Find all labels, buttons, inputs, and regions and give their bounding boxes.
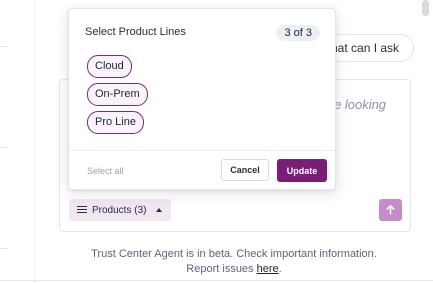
report-issues-suffix: . [278, 263, 282, 275]
sidebar-divider [0, 248, 8, 249]
left-sidebar-edge [0, 0, 35, 283]
arrow-up-icon [385, 203, 396, 218]
product-option-cloud[interactable]: Cloud [87, 55, 132, 78]
products-filter-label: Products (3) [92, 204, 147, 216]
report-issues-link[interactable]: here [257, 263, 279, 275]
product-lines-popover: Select Product Lines 3 of 3 Cloud On-Pre… [68, 8, 336, 190]
scrollbar-thumb[interactable] [422, 0, 429, 16]
update-button[interactable]: Update [277, 159, 327, 182]
select-all-button[interactable]: Select all [87, 166, 124, 176]
bottom-divider [0, 280, 433, 281]
popover-divider [69, 150, 335, 151]
product-option-on-prem[interactable]: On-Prem [87, 83, 148, 106]
scrollbar[interactable] [421, 0, 433, 283]
selection-count-badge: 3 of 3 [276, 25, 320, 41]
sidebar-divider [0, 46, 8, 47]
report-issues-prefix: Report issues [186, 263, 257, 275]
sidebar-divider [0, 147, 8, 148]
products-filter-button[interactable]: Products (3) [69, 199, 172, 221]
list-filter-icon [77, 205, 87, 215]
send-button[interactable] [379, 199, 402, 221]
product-option-pro-line[interactable]: Pro Line [87, 111, 144, 134]
report-issues-line: Report issues here. [59, 262, 409, 277]
cancel-button[interactable]: Cancel [221, 159, 269, 181]
beta-notice-text: Trust Center Agent is in beta. Check imp… [91, 248, 377, 260]
suggestion-chip-label: hat can I ask [331, 41, 400, 55]
chevron-up-icon [156, 208, 163, 212]
beta-notice: Trust Center Agent is in beta. Check imp… [59, 247, 409, 277]
composer-placeholder: e looking [334, 97, 387, 112]
popover-title: Select Product Lines [85, 26, 186, 38]
